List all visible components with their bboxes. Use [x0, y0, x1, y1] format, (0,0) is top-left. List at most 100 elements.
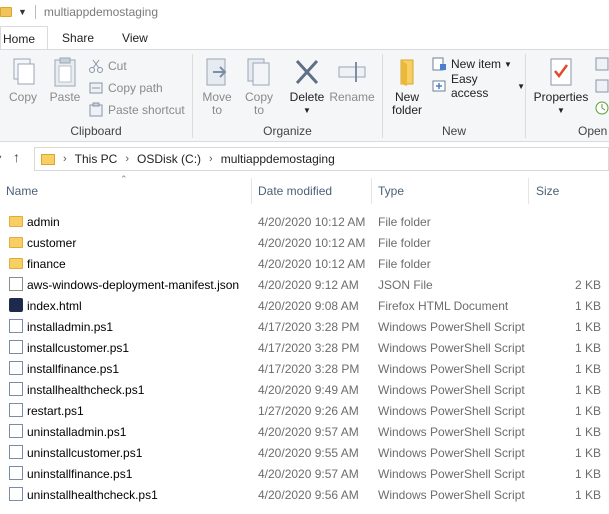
easy-access-button[interactable]: Easy access ▼ [431, 72, 525, 100]
edit-icon [594, 78, 609, 94]
quick-access-dropdown-icon[interactable]: ▼ [18, 7, 27, 17]
file-date-modified: 4/17/2020 3:28 PM [258, 319, 360, 334]
new-item-dropdown-icon: ▼ [504, 59, 512, 69]
file-row[interactable]: uninstalladmin.ps1 4/20/2020 9:57 AM Windo… [0, 421, 609, 442]
copy-to-icon [243, 56, 275, 88]
file-date-modified: 4/20/2020 9:57 AM [258, 424, 359, 439]
ribbon-tabs: Home Share View [0, 26, 609, 50]
chevron-right-icon[interactable]: › [125, 153, 129, 165]
new-item-button[interactable]: New item ▼ [431, 54, 512, 74]
new-group-label: New [441, 124, 466, 138]
tab-share[interactable]: Share [48, 26, 108, 50]
tab-view[interactable]: View [108, 26, 162, 50]
properties-label: Properties [533, 90, 589, 104]
edit-small-button[interactable] [594, 76, 609, 96]
tab-home[interactable]: Home [0, 26, 49, 50]
column-header-type[interactable]: Type [378, 178, 404, 204]
new-folder-button[interactable]: New folder [389, 56, 425, 117]
open-group: Properties ▼ Open [526, 50, 609, 142]
copy-to-button[interactable]: Copy to [241, 56, 277, 117]
file-row[interactable]: restart.ps1 1/27/2020 9:26 AM Windows Powe… [0, 400, 609, 421]
paste-shortcut-button[interactable]: Paste shortcut [88, 100, 185, 120]
easy-access-icon [431, 78, 447, 94]
column-separator[interactable] [528, 178, 529, 204]
file-row[interactable]: customer 4/20/2020 10:12 AM File folder [0, 232, 609, 253]
file-size: 1 KB [574, 361, 601, 376]
breadcrumb-osdisk[interactable]: OSDisk (C:) [137, 152, 201, 166]
folder-icon [9, 258, 23, 269]
column-header-name[interactable]: Name [6, 178, 38, 204]
file-size: 1 KB [574, 466, 601, 481]
history-icon [594, 100, 609, 116]
file-date-modified: 4/20/2020 9:12 AM [258, 277, 359, 292]
breadcrumb-this-pc[interactable]: This PC [75, 152, 118, 166]
quick-access-folder-icon[interactable] [0, 7, 12, 17]
copy-button[interactable]: Copy [6, 56, 40, 104]
file-row[interactable]: uninstallfinance.ps1 4/20/2020 9:57 AM Win… [0, 463, 609, 484]
new-folder-icon [391, 56, 423, 88]
file-row[interactable]: installadmin.ps1 4/17/2020 3:28 PM Windows… [0, 316, 609, 337]
file-type: JSON File [378, 277, 433, 292]
title-separator [34, 5, 36, 19]
file-name: restart.ps1 [27, 403, 84, 418]
powershell-script-icon [9, 340, 23, 354]
paste-icon [49, 56, 81, 88]
address-row: › ↑ › This PC › OSDisk (C:) › multiappde… [0, 143, 609, 175]
file-row[interactable]: installcustomer.ps1 4/17/2020 3:28 PM Wind… [0, 337, 609, 358]
folder-icon [9, 237, 23, 248]
file-row[interactable]: finance 4/20/2020 10:12 AM File folder [0, 253, 609, 274]
chevron-right-icon[interactable]: › [209, 153, 213, 165]
firefox-html-icon [9, 298, 23, 312]
column-header-size[interactable]: Size [536, 178, 559, 204]
powershell-script-icon [9, 424, 23, 438]
column-separator[interactable] [371, 178, 372, 204]
copy-path-icon [88, 80, 104, 96]
ribbon: Copy Paste Cut Copy path Paste shortcut [0, 50, 609, 142]
file-name: installfinance.ps1 [27, 361, 120, 376]
file-row[interactable]: installfinance.ps1 4/17/2020 3:28 PM Windo… [0, 358, 609, 379]
delete-label: Delete [289, 90, 325, 104]
powershell-script-icon [9, 466, 23, 480]
file-row[interactable]: index.html 4/20/2020 9:08 AM Firefox HTML … [0, 295, 609, 316]
cut-button[interactable]: Cut [88, 56, 127, 76]
address-bar[interactable]: › This PC › OSDisk (C:) › multiappdemost… [34, 147, 609, 171]
chevron-right-icon[interactable]: › [63, 153, 67, 165]
paste-button[interactable]: Paste [48, 56, 82, 104]
file-date-modified: 4/20/2020 10:12 AM [258, 256, 366, 271]
delete-x-icon [291, 56, 323, 88]
file-type: Windows PowerShell Script [378, 403, 525, 418]
delete-button[interactable]: Delete ▼ [289, 56, 325, 117]
file-row[interactable]: installhealthcheck.ps1 4/20/2020 9:49 AM W… [0, 379, 609, 400]
copy-label: Copy [8, 90, 37, 104]
file-type: File folder [378, 235, 431, 250]
rename-icon [336, 56, 368, 88]
new-item-icon [431, 56, 447, 72]
file-row[interactable]: aws-windows-deployment-manifest.json 4/20… [0, 274, 609, 295]
move-to-button[interactable]: Move to [199, 56, 235, 117]
back-arrow-icon[interactable]: › [0, 151, 2, 163]
up-arrow-icon[interactable]: ↑ [13, 149, 20, 165]
column-header-date[interactable]: Date modified [258, 178, 332, 204]
file-row[interactable]: uninstallcustomer.ps1 4/20/2020 9:55 AM Wi… [0, 442, 609, 463]
organize-group: Move to Copy to Delete ▼ Rename Organize [193, 50, 382, 142]
sort-ascending-icon: ⌃ [120, 174, 128, 184]
history-small-button[interactable] [594, 98, 609, 118]
copy-path-button[interactable]: Copy path [88, 78, 163, 98]
file-row[interactable]: admin 4/20/2020 10:12 AM File folder [0, 211, 609, 232]
cut-label: Cut [108, 59, 127, 73]
file-size: 1 KB [574, 487, 601, 502]
file-name: uninstallcustomer.ps1 [27, 445, 143, 460]
properties-button[interactable]: Properties ▼ [534, 56, 588, 117]
file-date-modified: 4/20/2020 9:57 AM [258, 466, 359, 481]
file-name: customer [27, 235, 77, 250]
breadcrumb-current-folder[interactable]: multiappdemostaging [221, 152, 335, 166]
clipboard-group-label: Clipboard [70, 124, 122, 138]
rename-button[interactable]: Rename [329, 56, 375, 104]
column-separator[interactable] [251, 178, 252, 204]
copy-path-label: Copy path [108, 81, 163, 95]
file-row[interactable]: uninstallhealthcheck.ps1 4/20/2020 9:56 A… [0, 484, 609, 505]
open-group-label: Open [578, 124, 608, 138]
move-to-label-2: to [211, 103, 222, 117]
open-small-button[interactable] [594, 54, 609, 74]
powershell-script-icon [9, 445, 23, 459]
